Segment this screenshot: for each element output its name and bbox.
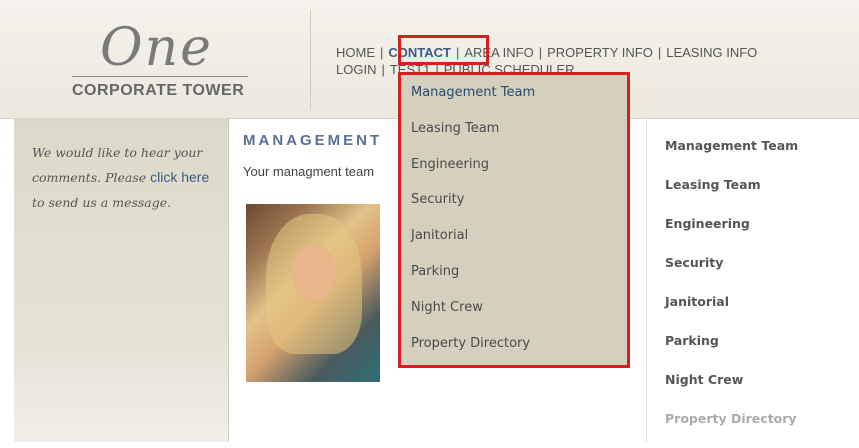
dropdown-item-parking[interactable]: Parking (401, 254, 627, 290)
sidebar-menu: Management Team Leasing Team Engineering… (665, 136, 798, 448)
dropdown-item-leasing-team[interactable]: Leasing Team (401, 111, 627, 147)
sidebar-item-management-team[interactable]: Management Team (665, 136, 798, 175)
nav-login[interactable]: LOGIN (336, 62, 376, 77)
dropdown-item-night-crew[interactable]: Night Crew (401, 290, 627, 326)
logo-rule (72, 76, 248, 77)
dropdown-item-security[interactable]: Security (401, 182, 627, 218)
sidebar-item-security[interactable]: Security (665, 253, 798, 292)
header-divider (310, 10, 311, 110)
dropdown-list: Management Team Leasing Team Engineering… (401, 75, 627, 361)
sidebar-item-janitorial[interactable]: Janitorial (665, 292, 798, 331)
nav-leasing-info[interactable]: LEASING INFO (666, 45, 757, 60)
sidebar-item-leasing-team[interactable]: Leasing Team (665, 175, 798, 214)
contact-highlight-box (398, 35, 489, 65)
logo-script-text: One (100, 18, 213, 78)
site-logo[interactable]: One CORPORATE TOWER (14, 12, 310, 110)
logo-subtitle: CORPORATE TOWER (72, 82, 245, 99)
nav-separator: | (657, 45, 662, 60)
photo-face (292, 244, 336, 302)
contact-dropdown-menu: Management Team Leasing Team Engineering… (398, 72, 630, 368)
sidebar-item-engineering[interactable]: Engineering (665, 214, 798, 253)
sidebar-item-night-crew[interactable]: Night Crew (665, 370, 798, 409)
dropdown-item-property-directory[interactable]: Property Directory (401, 326, 627, 362)
page-title: MANAGEMENT (243, 132, 383, 149)
dropdown-item-management-team[interactable]: Management Team (401, 75, 627, 111)
nav-home[interactable]: HOME (336, 45, 375, 60)
comments-message: We would like to hear your comments. Ple… (32, 140, 224, 215)
right-sidebar: Management Team Leasing Team Engineering… (646, 118, 859, 442)
nav-property-info[interactable]: PROPERTY INFO (547, 45, 653, 60)
dropdown-item-engineering[interactable]: Engineering (401, 147, 627, 183)
sidebar-item-parking[interactable]: Parking (665, 331, 798, 370)
page-intro: Your managment team (243, 164, 375, 179)
staff-photo (246, 204, 380, 382)
left-sidebar: We would like to hear your comments. Ple… (14, 118, 229, 442)
nav-separator: | (380, 45, 384, 60)
comments-text-after: to send us a message. (32, 195, 172, 210)
nav-separator: | (381, 62, 385, 77)
sidebar-item-property-directory[interactable]: Property Directory (665, 409, 798, 448)
nav-separator: | (538, 45, 543, 60)
click-here-link[interactable]: click here (150, 169, 209, 185)
dropdown-item-janitorial[interactable]: Janitorial (401, 218, 627, 254)
